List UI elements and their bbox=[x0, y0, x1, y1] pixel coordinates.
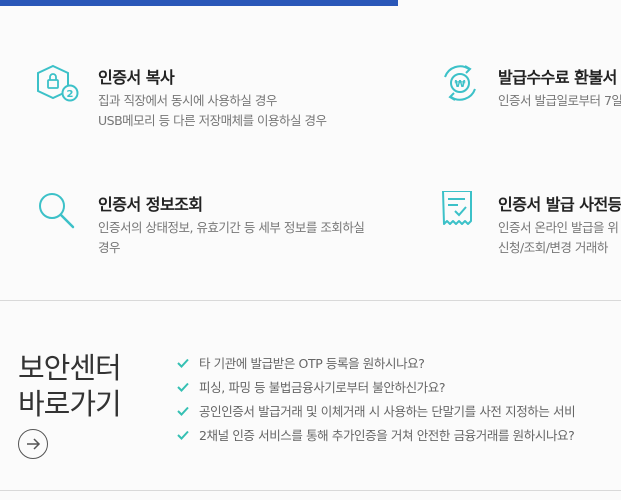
checklist-item-text: 공인인증서 발급거래 및 이체거래 시 사용하는 단말기를 사전 지정하는 서비 bbox=[199, 404, 576, 419]
checklist-item[interactable]: 공인인증서 발급거래 및 이체거래 시 사용하는 단말기를 사전 지정하는 서비 bbox=[175, 402, 576, 426]
checklist-item-text: 타 기관에 발급받은 OTP 등록을 원하시나요? bbox=[199, 356, 425, 371]
check-icon bbox=[177, 382, 189, 392]
certificate-copy-icon: 2 bbox=[35, 64, 85, 114]
service-description: 인증서 온라인 발급을 위 신청/조회/변경 거래하 bbox=[498, 220, 619, 255]
svg-text:₩: ₩ bbox=[454, 79, 465, 90]
checklist-item[interactable]: 타 기관에 발급받은 OTP 등록을 원하시나요? bbox=[175, 354, 575, 378]
service-title: 인증서 정보조회 bbox=[98, 195, 203, 214]
arrow-right-icon bbox=[27, 438, 41, 450]
section-divider bbox=[0, 300, 621, 301]
service-title: 인증서 복사 bbox=[98, 68, 175, 87]
checklist-item-text: 2채널 인증 서비스를 통해 추가인증을 거쳐 안전한 금융거래를 원하시나요? bbox=[199, 428, 575, 443]
checklist-item-text: 피싱, 파밍 등 불법금융사기로부터 불안하신가요? bbox=[199, 380, 446, 395]
security-center-title[interactable]: 보안센터 바로가기 bbox=[18, 350, 122, 422]
service-description: 인증서의 상태정보, 유효기간 등 세부 정보를 조회하실 경우 bbox=[98, 220, 365, 255]
service-description: 집과 직장에서 동시에 사용하실 경우 USB메모리 등 다른 저장매체를 이용… bbox=[98, 93, 327, 128]
check-icon bbox=[177, 430, 189, 440]
service-title: 인증서 발급 사전등 bbox=[498, 195, 621, 214]
svg-text:2: 2 bbox=[67, 89, 74, 100]
check-icon bbox=[177, 358, 189, 368]
check-icon bbox=[177, 406, 189, 416]
search-icon bbox=[35, 191, 85, 241]
service-description: 인증서 발급일로부터 7일 bbox=[498, 93, 621, 108]
service-title: 발급수수료 환불서 bbox=[498, 68, 617, 87]
checklist-item[interactable]: 피싱, 파밍 등 불법금융사기로부터 불안하신가요? bbox=[175, 378, 575, 402]
header-accent-bar bbox=[0, 0, 398, 6]
footer-divider bbox=[0, 490, 621, 491]
security-center-go-button[interactable] bbox=[18, 429, 48, 459]
fee-refund-icon: ₩ bbox=[435, 64, 485, 114]
document-check-icon bbox=[435, 190, 485, 241]
security-checklist: 타 기관에 발급받은 OTP 등록을 원하시나요? 피싱, 파밍 등 불법금융사… bbox=[175, 354, 576, 450]
checklist-item[interactable]: 2채널 인증 서비스를 통해 추가인증을 거쳐 안전한 금융거래를 원하시나요? bbox=[175, 426, 575, 450]
